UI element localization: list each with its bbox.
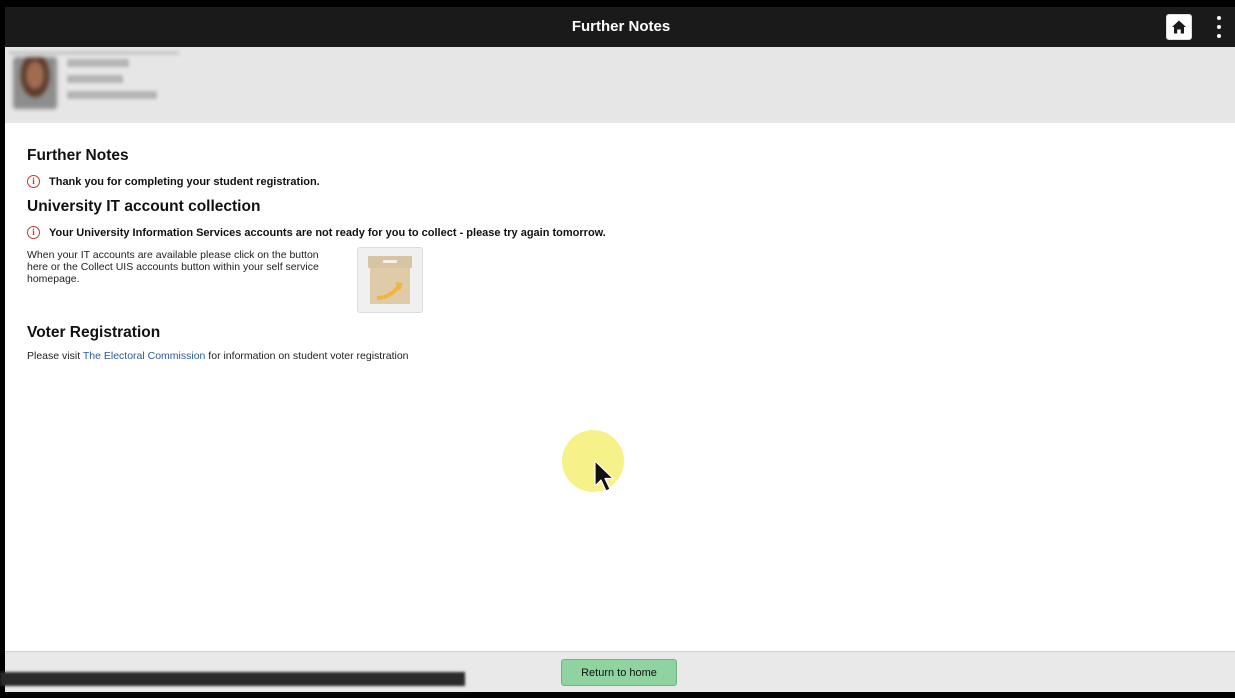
registration-complete-message: i Thank you for completing your student … bbox=[27, 175, 1217, 188]
avatar bbox=[13, 57, 57, 109]
voter-text-after: for information on student voter registr… bbox=[205, 350, 409, 362]
box-collect-icon bbox=[368, 256, 412, 304]
main-content: Further Notes i Thank you for completing… bbox=[27, 147, 1217, 362]
voter-registration-heading: Voter Registration bbox=[27, 324, 161, 341]
top-bar: Further Notes bbox=[5, 7, 1235, 47]
profile-banner bbox=[5, 47, 1235, 123]
kebab-dot bbox=[1217, 34, 1221, 38]
mouse-pointer-icon bbox=[594, 460, 614, 492]
it-accounts-warning-text: Your University Information Services acc… bbox=[49, 226, 606, 239]
voter-registration-text: Please visit The Electoral Commission fo… bbox=[27, 350, 1217, 362]
kebab-menu-button[interactable] bbox=[1215, 16, 1223, 38]
return-to-home-button[interactable]: Return to home bbox=[561, 659, 677, 686]
kebab-dot bbox=[1217, 25, 1221, 29]
voter-text-before: Please visit bbox=[27, 350, 83, 362]
further-notes-heading: Further Notes bbox=[27, 147, 129, 164]
info-icon: i bbox=[27, 226, 40, 239]
it-accounts-heading: University IT account collection bbox=[27, 198, 261, 215]
info-icon: i bbox=[27, 175, 40, 188]
home-icon bbox=[1172, 20, 1186, 34]
collect-accounts-button[interactable] bbox=[357, 247, 423, 313]
registration-complete-text: Thank you for completing your student re… bbox=[49, 175, 320, 188]
redacted-profile-details bbox=[67, 59, 157, 107]
it-accounts-row: When your IT accounts are available plea… bbox=[27, 247, 1217, 324]
home-button[interactable] bbox=[1166, 14, 1192, 40]
redacted-line bbox=[9, 51, 179, 55]
it-accounts-instructions: When your IT accounts are available plea… bbox=[27, 249, 319, 285]
page-title: Further Notes bbox=[571, 18, 671, 35]
kebab-dot bbox=[1217, 16, 1221, 20]
redacted-status-bar bbox=[0, 672, 465, 686]
electoral-commission-link[interactable]: The Electoral Commission bbox=[83, 350, 206, 362]
it-accounts-warning: i Your University Information Services a… bbox=[27, 226, 1217, 239]
app-window: Further Notes Further Notes i Thank you … bbox=[5, 7, 1235, 692]
